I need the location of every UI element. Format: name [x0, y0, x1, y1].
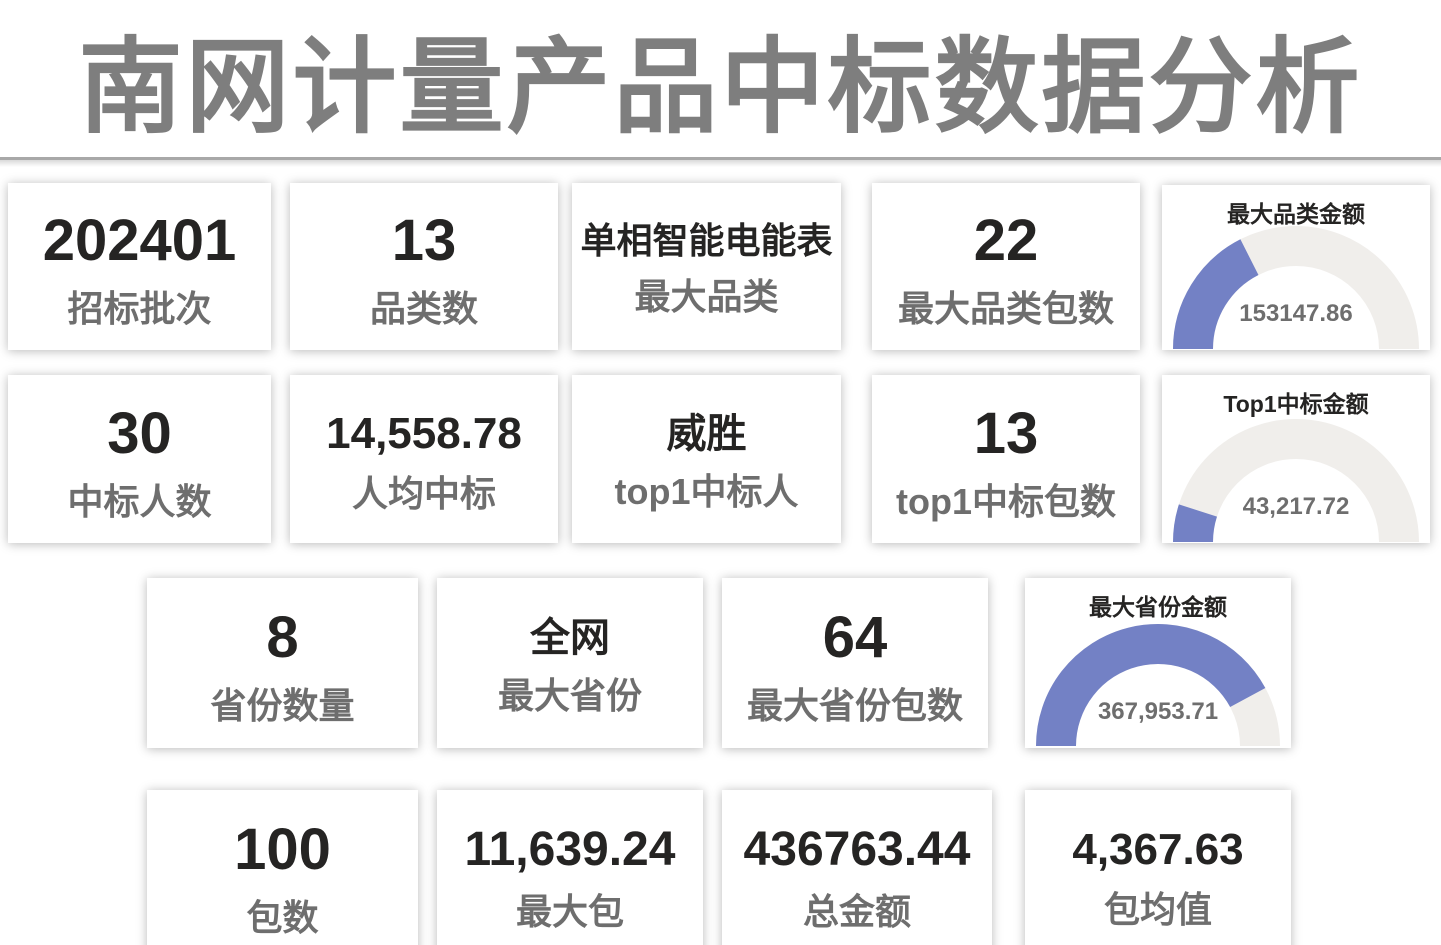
kpi-label: 人均中标: [352, 474, 496, 514]
kpi-value: 13: [392, 210, 457, 273]
kpi-card-batch[interactable]: 202401 招标批次: [8, 183, 271, 350]
page-title: 南网计量产品中标数据分析: [0, 2, 1441, 153]
kpi-value: 436763.44: [744, 824, 971, 876]
gauge-value: 153147.86: [1162, 300, 1430, 328]
kpi-card-avg-win[interactable]: 14,558.78 人均中标: [290, 375, 558, 543]
gauge-value: 367,953.71: [1025, 698, 1291, 726]
title-divider: [0, 157, 1441, 160]
kpi-value: 威胜: [667, 413, 747, 456]
kpi-card-max-category-packages[interactable]: 22 最大品类包数: [872, 183, 1140, 350]
kpi-label: 最大省份: [498, 676, 642, 716]
kpi-card-category-count[interactable]: 13 品类数: [290, 183, 558, 350]
kpi-label: 包均值: [1104, 890, 1212, 930]
kpi-card-max-package[interactable]: 11,639.24 最大包: [437, 790, 703, 945]
kpi-value: 13: [974, 403, 1039, 466]
kpi-label: 最大品类包数: [898, 289, 1114, 329]
kpi-value: 单相智能电能表: [580, 222, 832, 261]
kpi-label: 最大品类: [634, 277, 778, 317]
kpi-label: top1中标人: [615, 472, 799, 512]
kpi-label: 最大省份包数: [747, 686, 963, 726]
kpi-card-total-amount[interactable]: 436763.44 总金额: [722, 790, 992, 945]
gauge-fill-arc: [1056, 644, 1248, 746]
gauge-track-arc: [1193, 439, 1399, 542]
kpi-card-winner-count[interactable]: 30 中标人数: [8, 375, 271, 543]
kpi-value: 100: [234, 819, 331, 882]
kpi-card-max-category[interactable]: 单相智能电能表 最大品类: [572, 183, 841, 350]
gauge-card-max-category-amount[interactable]: 最大品类金额 153147.86: [1162, 185, 1430, 350]
kpi-label: 招标批次: [67, 289, 211, 329]
kpi-label: 包数: [246, 898, 318, 938]
kpi-label: 省份数量: [210, 686, 354, 726]
kpi-value: 4,367.63: [1072, 826, 1243, 874]
gauge-value: 43,217.72: [1162, 493, 1430, 521]
gauge-card-max-province-amount[interactable]: 最大省份金额 367,953.71: [1025, 578, 1291, 748]
kpi-card-province-count[interactable]: 8 省份数量: [147, 578, 418, 748]
kpi-value: 64: [823, 607, 888, 670]
kpi-value: 全网: [530, 617, 610, 660]
kpi-label: 最大包: [516, 892, 624, 932]
kpi-value: 8: [266, 607, 298, 670]
kpi-value: 22: [974, 210, 1039, 273]
kpi-value: 202401: [43, 210, 237, 273]
kpi-card-max-province[interactable]: 全网 最大省份: [437, 578, 703, 748]
kpi-card-package-count[interactable]: 100 包数: [147, 790, 418, 945]
kpi-label: top1中标包数: [896, 482, 1116, 522]
kpi-card-max-province-packages[interactable]: 64 最大省份包数: [722, 578, 988, 748]
kpi-card-top1-packages[interactable]: 13 top1中标包数: [872, 375, 1140, 543]
gauge-card-top1-amount[interactable]: Top1中标金额 43,217.72: [1162, 375, 1430, 543]
kpi-label: 总金额: [803, 892, 911, 932]
kpi-card-top1-winner[interactable]: 威胜 top1中标人: [572, 375, 841, 543]
kpi-label: 中标人数: [67, 482, 211, 522]
kpi-value: 11,639.24: [465, 824, 676, 876]
kpi-value: 14,558.78: [326, 410, 522, 458]
kpi-label: 品类数: [370, 289, 478, 329]
kpi-value: 30: [107, 403, 172, 466]
kpi-card-package-average[interactable]: 4,367.63 包均值: [1025, 790, 1291, 945]
